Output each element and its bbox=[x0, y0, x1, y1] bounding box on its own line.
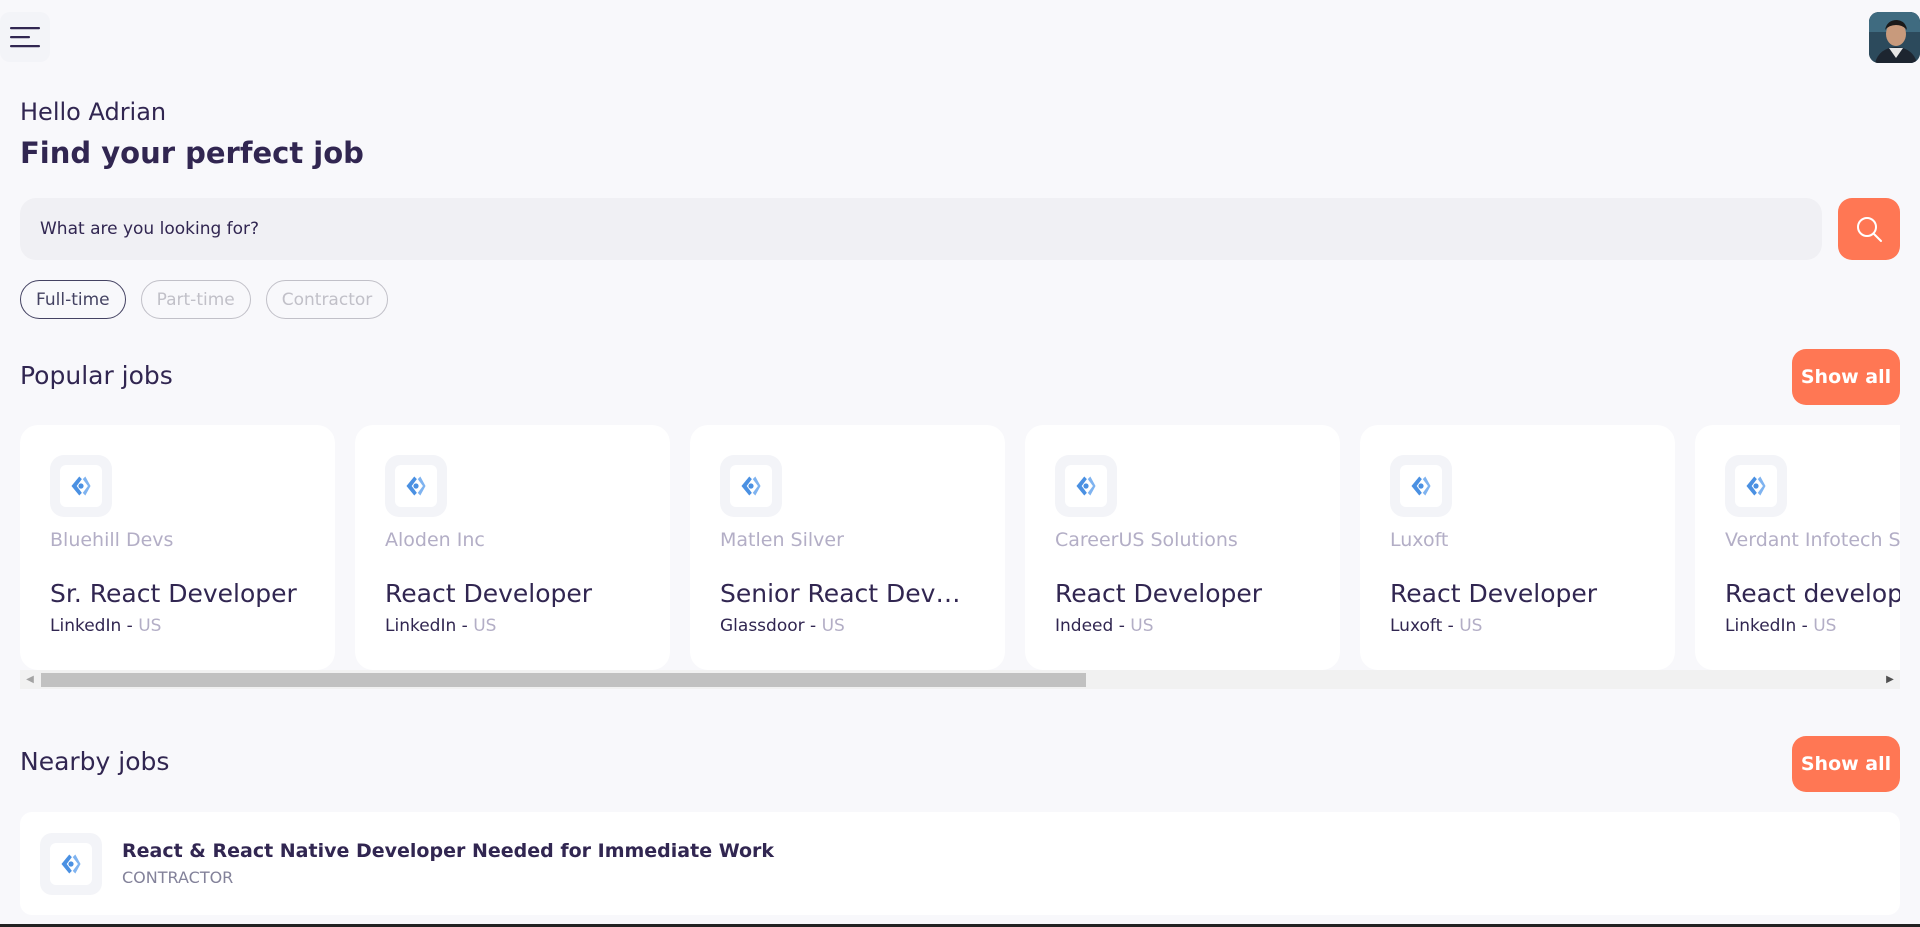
meta-separator: - bbox=[1796, 616, 1814, 636]
job-title: React Developer bbox=[1055, 579, 1263, 608]
greeting-text: Hello Adrian bbox=[20, 98, 167, 126]
nearby-jobs-title: Nearby jobs bbox=[20, 747, 170, 776]
company-logo-icon bbox=[741, 476, 761, 496]
job-country: US bbox=[138, 616, 162, 636]
scroll-right-arrow-icon[interactable]: ▶ bbox=[1880, 670, 1900, 689]
company-logo bbox=[50, 455, 112, 517]
nearby-job-title: React & React Native Developer Needed fo… bbox=[122, 840, 775, 862]
job-type-filters: Full-time Part-time Contractor bbox=[20, 280, 389, 319]
job-type-chip-part-time[interactable]: Part-time bbox=[140, 280, 251, 319]
page-headline: Find your perfect job bbox=[20, 136, 364, 170]
job-meta: LinkedIn - US bbox=[385, 616, 640, 636]
company-logo bbox=[720, 455, 782, 517]
job-title: Senior React Develo... bbox=[720, 579, 975, 608]
job-country: US bbox=[473, 616, 497, 636]
scrollbar-thumb[interactable] bbox=[41, 673, 1086, 687]
company-logo-icon bbox=[71, 476, 91, 496]
company-name: CareerUS Solutions bbox=[1055, 529, 1238, 551]
company-logo-icon bbox=[61, 853, 81, 874]
meta-separator: - bbox=[1442, 616, 1460, 636]
company-logo-icon bbox=[406, 476, 426, 496]
popular-job-card[interactable]: Verdant Infotech Sol React developer Lin… bbox=[1695, 425, 1900, 670]
job-meta: Glassdoor - US bbox=[720, 616, 975, 636]
company-logo bbox=[1390, 455, 1452, 517]
user-avatar bbox=[1869, 12, 1920, 63]
job-title: Sr. React Developer bbox=[50, 579, 297, 608]
search-bar bbox=[20, 198, 1822, 260]
nearby-show-all-button[interactable]: Show all bbox=[1792, 736, 1900, 792]
popular-job-card[interactable]: Aloden Inc React Developer LinkedIn - US bbox=[355, 425, 670, 670]
company-name: Matlen Silver bbox=[720, 529, 844, 551]
meta-separator: - bbox=[804, 616, 822, 636]
meta-separator: - bbox=[456, 616, 474, 636]
nearby-job-card[interactable]: React & React Native Developer Needed fo… bbox=[20, 812, 1900, 915]
job-meta: LinkedIn - US bbox=[1725, 616, 1900, 636]
menu-icon bbox=[10, 27, 40, 48]
job-meta: Indeed - US bbox=[1055, 616, 1310, 636]
job-publisher: Luxoft bbox=[1390, 616, 1443, 636]
meta-separator: - bbox=[121, 616, 139, 636]
profile-avatar[interactable] bbox=[1869, 12, 1920, 63]
company-logo bbox=[1055, 455, 1117, 517]
job-publisher: Indeed bbox=[1055, 616, 1114, 636]
job-country: US bbox=[1459, 616, 1483, 636]
company-name: Verdant Infotech Sol bbox=[1725, 529, 1900, 551]
meta-separator: - bbox=[1113, 616, 1131, 636]
popular-job-card[interactable]: Bluehill Devs Sr. React Developer Linked… bbox=[20, 425, 335, 670]
popular-jobs-carousel[interactable]: Bluehill Devs Sr. React Developer Linked… bbox=[20, 425, 1900, 670]
job-type-chip-contractor[interactable]: Contractor bbox=[265, 280, 389, 319]
company-name: Luxoft bbox=[1390, 529, 1449, 551]
company-logo bbox=[40, 832, 102, 895]
job-publisher: LinkedIn bbox=[385, 616, 457, 636]
horizontal-scrollbar[interactable]: ◀ ▶ bbox=[20, 670, 1900, 689]
job-title: React Developer bbox=[385, 579, 593, 608]
company-logo bbox=[1725, 455, 1787, 517]
company-logo-icon bbox=[1411, 476, 1431, 496]
company-logo bbox=[385, 455, 447, 517]
job-publisher: LinkedIn bbox=[1725, 616, 1797, 636]
job-title: React Developer bbox=[1390, 579, 1598, 608]
popular-job-card[interactable]: Luxoft React Developer Luxoft - US bbox=[1360, 425, 1675, 670]
job-meta: LinkedIn - US bbox=[50, 616, 305, 636]
popular-job-card[interactable]: CareerUS Solutions React Developer Indee… bbox=[1025, 425, 1340, 670]
job-publisher: LinkedIn bbox=[50, 616, 122, 636]
search-button[interactable] bbox=[1838, 198, 1900, 260]
popular-show-all-button[interactable]: Show all bbox=[1792, 349, 1900, 405]
company-name: Aloden Inc bbox=[385, 529, 485, 551]
job-title: React developer bbox=[1725, 579, 1900, 608]
scroll-left-arrow-icon[interactable]: ◀ bbox=[20, 670, 40, 689]
company-logo-icon bbox=[1746, 476, 1766, 496]
job-meta: Luxoft - US bbox=[1390, 616, 1645, 636]
menu-button[interactable] bbox=[0, 12, 50, 62]
job-country: US bbox=[1130, 616, 1154, 636]
popular-job-card[interactable]: Matlen Silver Senior React Develo... Gla… bbox=[690, 425, 1005, 670]
company-name: Bluehill Devs bbox=[50, 529, 174, 551]
company-logo-icon bbox=[1076, 476, 1096, 496]
job-country: US bbox=[821, 616, 845, 636]
job-publisher: Glassdoor bbox=[720, 616, 805, 636]
search-icon bbox=[1857, 217, 1882, 242]
job-country: US bbox=[1813, 616, 1837, 636]
app-screen: Hello Adrian Find your perfect job Full-… bbox=[0, 0, 1920, 927]
job-type-chip-full-time[interactable]: Full-time bbox=[20, 280, 126, 319]
nearby-job-text: React & React Native Developer Needed fo… bbox=[122, 840, 774, 887]
popular-jobs-title: Popular jobs bbox=[20, 361, 173, 390]
search-input[interactable] bbox=[20, 198, 1822, 260]
nearby-job-type: CONTRACTOR bbox=[122, 868, 234, 887]
